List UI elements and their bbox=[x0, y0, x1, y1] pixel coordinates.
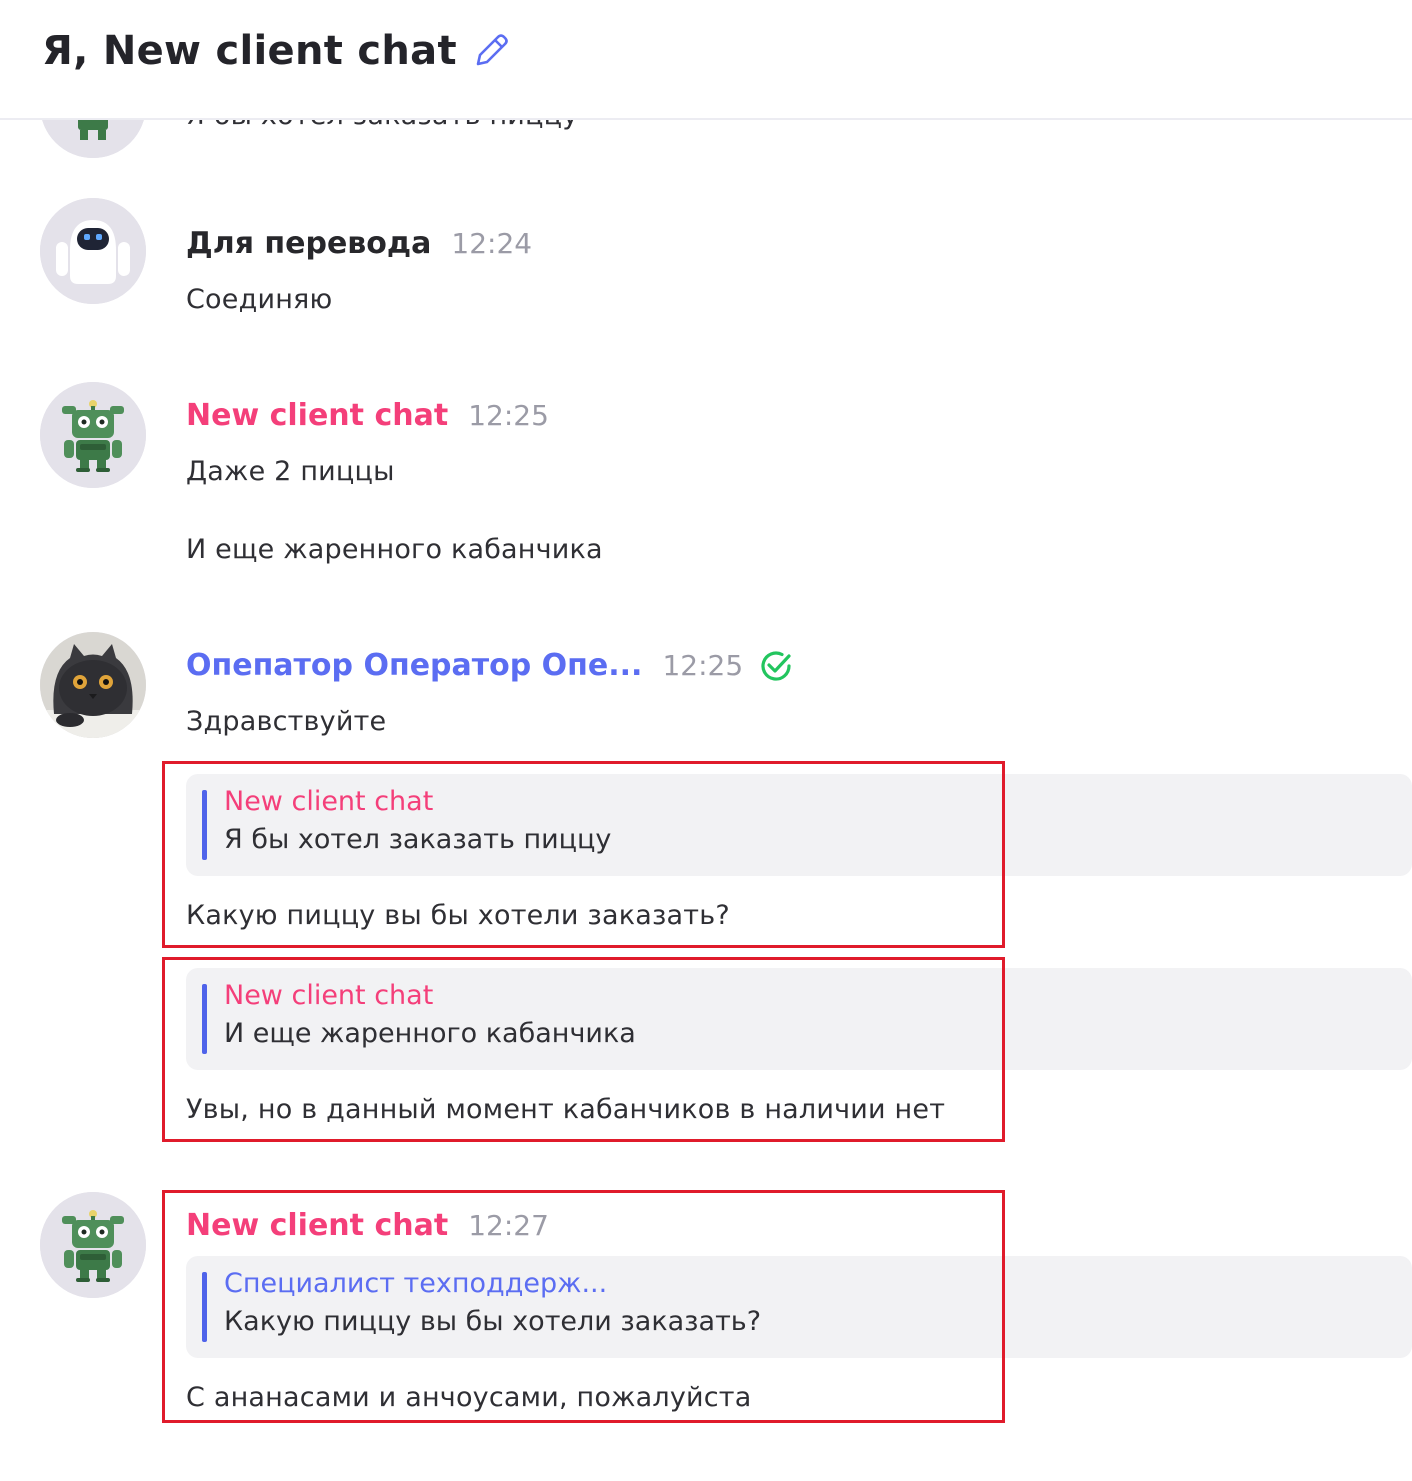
message-text: Увы, но в данный момент кабанчиков в нал… bbox=[186, 1094, 946, 1125]
quote-author: New client chat bbox=[224, 786, 434, 817]
quoted-message[interactable]: New client chat Я бы хотел заказать пицц… bbox=[186, 774, 1412, 876]
author-name[interactable]: Опепатор Оператор Опе... bbox=[186, 648, 642, 683]
quote-text: Я бы хотел заказать пиццу bbox=[224, 824, 612, 855]
message-text: Какую пиццу вы бы хотели заказать? bbox=[186, 900, 730, 931]
message-text: С ананасами и анчоусами, пожалуйста bbox=[186, 1382, 752, 1413]
robot-green-avatar-icon bbox=[40, 382, 146, 488]
bot-avatar-icon bbox=[40, 198, 146, 304]
chat-header: Я, New client chat bbox=[0, 0, 1412, 120]
message-text: Соединяю bbox=[186, 284, 333, 315]
message-feed[interactable]: Я бы хотел заказать пиццу Для перевода 1… bbox=[0, 0, 1412, 1481]
message-header: New client chat 12:27 bbox=[186, 1208, 549, 1243]
message-header: Опепатор Оператор Опе... 12:25 bbox=[186, 648, 743, 683]
message-time: 12:25 bbox=[468, 399, 549, 432]
message-text: Здравствуйте bbox=[186, 706, 387, 737]
page-title: Я, New client chat bbox=[42, 28, 457, 74]
message-text: И еще жаренного кабанчика bbox=[186, 534, 603, 565]
quote-bar bbox=[202, 984, 207, 1054]
author-name[interactable]: Для перевода bbox=[186, 226, 431, 261]
avatar[interactable] bbox=[40, 632, 146, 738]
avatar[interactable] bbox=[40, 198, 146, 304]
message-time: 12:25 bbox=[662, 649, 744, 682]
author-name[interactable]: New client chat bbox=[186, 398, 448, 433]
quote-author: New client chat bbox=[224, 980, 434, 1011]
quote-text: И еще жаренного кабанчика bbox=[224, 1018, 636, 1049]
pencil-icon[interactable] bbox=[470, 30, 512, 72]
quote-bar bbox=[202, 1272, 207, 1342]
message-text: Даже 2 пиццы bbox=[186, 456, 395, 487]
quote-author: Специалист техподдерж... bbox=[224, 1268, 608, 1299]
avatar[interactable] bbox=[40, 1192, 146, 1298]
quoted-message[interactable]: New client chat И еще жаренного кабанчик… bbox=[186, 968, 1412, 1070]
message-header: New client chat 12:25 bbox=[186, 398, 549, 433]
quoted-message[interactable]: Специалист техподдерж... Какую пиццу вы … bbox=[186, 1256, 1412, 1358]
avatar[interactable] bbox=[40, 382, 146, 488]
message-header: Для перевода 12:24 bbox=[186, 226, 532, 261]
robot-green-avatar-icon bbox=[40, 1192, 146, 1298]
quote-bar bbox=[202, 790, 207, 860]
message-time: 12:24 bbox=[451, 227, 533, 260]
check-circle-icon bbox=[761, 651, 791, 681]
message-time: 12:27 bbox=[468, 1209, 549, 1242]
cat-photo-avatar-icon bbox=[40, 632, 146, 738]
author-name[interactable]: New client chat bbox=[186, 1208, 448, 1243]
quote-text: Какую пиццу вы бы хотели заказать? bbox=[224, 1306, 762, 1337]
